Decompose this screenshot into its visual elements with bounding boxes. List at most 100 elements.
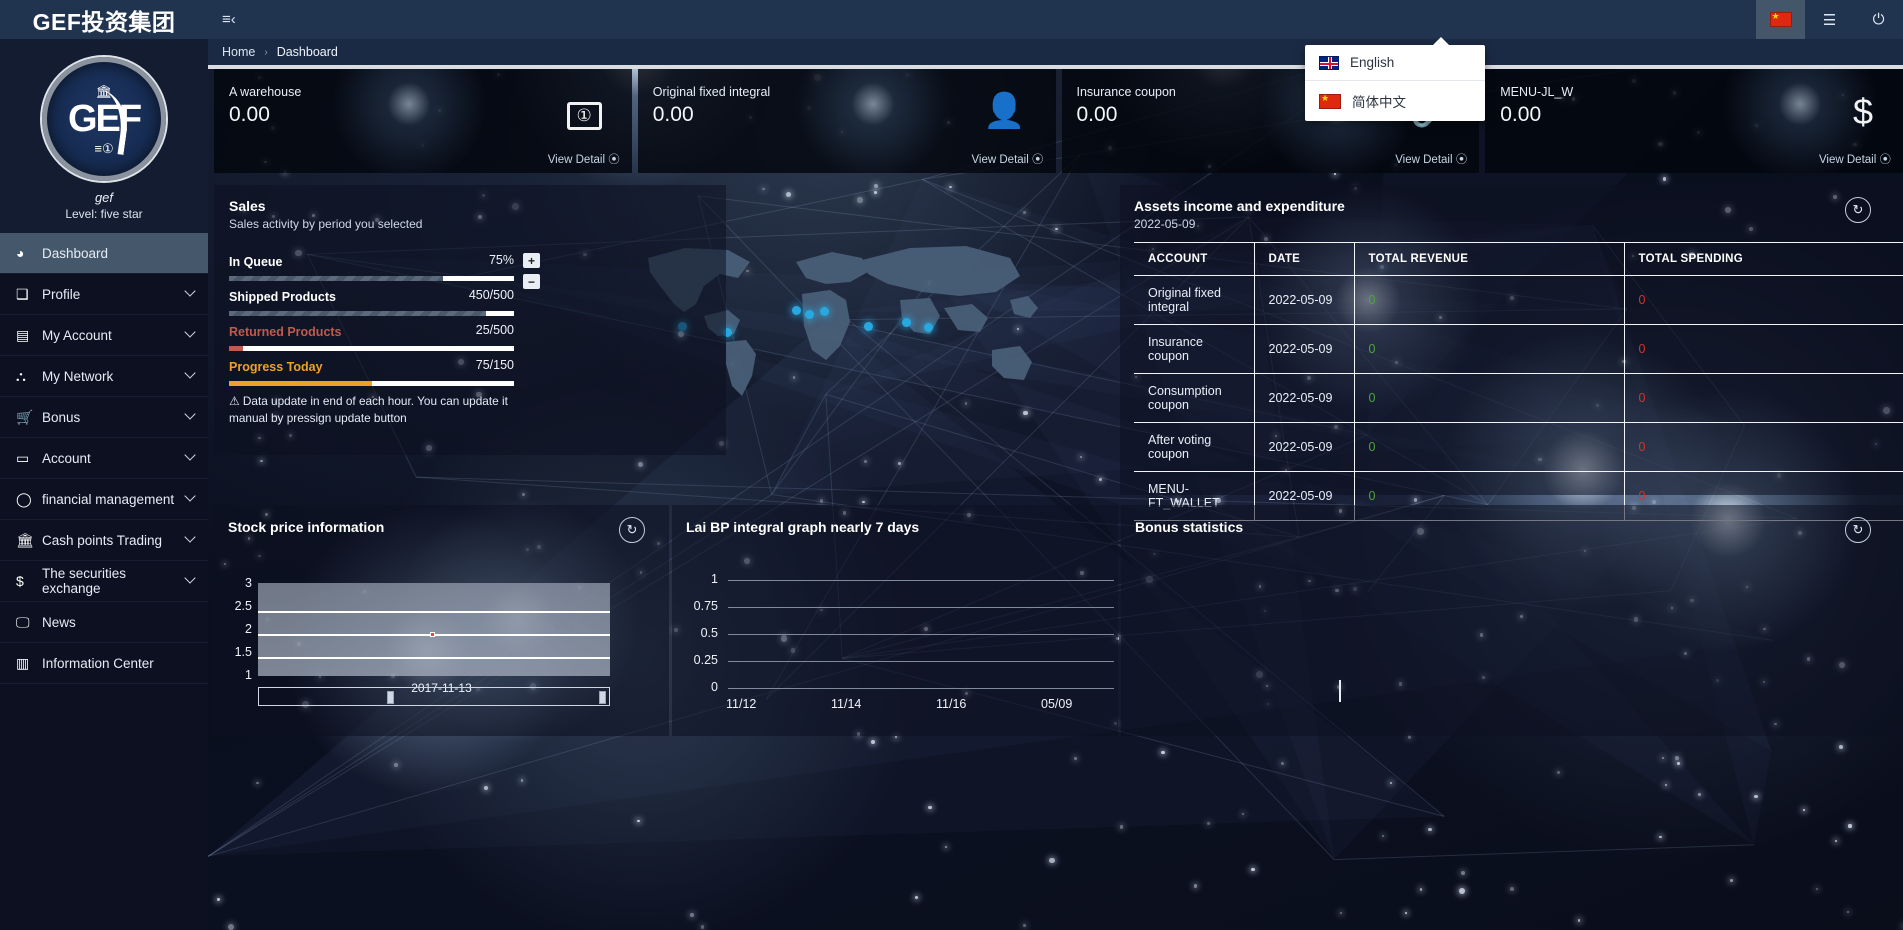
brand-title: GEF投资集团 — [33, 3, 176, 37]
breadcrumb-home[interactable]: Home — [222, 45, 255, 59]
view-detail-label: View Detail — [548, 154, 605, 166]
assets-date: 2022-05-09 — [1254, 325, 1354, 374]
laibp-y-tick: 0 — [672, 680, 718, 694]
assets-col-header: DATE — [1254, 243, 1354, 276]
map-marker[interactable] — [792, 306, 801, 315]
language-option-chinese[interactable]: 简体中文 — [1305, 80, 1485, 121]
uk-flag-icon — [1319, 56, 1339, 70]
sidebar-item-news[interactable]: 🖵News — [0, 602, 208, 643]
sidebar-item-bonus[interactable]: 🛒Bonus — [0, 397, 208, 438]
chevron-down-icon — [186, 494, 194, 505]
table-row: Consumption coupon2022-05-0900 — [1134, 374, 1903, 423]
stock-range-scrollbar[interactable] — [258, 687, 610, 706]
sidebar-item-the-securities-exchange[interactable]: $The securities exchange — [0, 561, 208, 602]
view-detail-link[interactable]: View Detail ⦿ — [548, 151, 620, 167]
sales-bar-label: In Queue — [229, 255, 282, 269]
assets-table-body: Original fixed integral2022-05-0900Insur… — [1134, 276, 1903, 521]
star — [1835, 840, 1837, 842]
menu-toggle-icon[interactable]: ≡‹ — [222, 11, 236, 28]
sales-bar-returned-products: Returned Products25/500 — [229, 323, 514, 351]
view-detail-link[interactable]: View Detail ⦿ — [971, 151, 1043, 167]
assets-table: ACCOUNTDATETOTAL REVENUETOTAL SPENDING O… — [1134, 242, 1903, 521]
sidebar-item-my-network[interactable]: ⛬My Network — [0, 356, 208, 397]
sidebar-item-dashboard[interactable]: ◕Dashboard — [0, 233, 208, 274]
sidebar-item-financial-management[interactable]: ◯financial management — [0, 479, 208, 520]
dollar-sign-icon: $ — [1853, 91, 1873, 133]
view-detail-link[interactable]: View Detail ⦿ — [1819, 151, 1891, 167]
sales-bar-track — [229, 381, 514, 386]
stat-card-1: Original fixed integral0.00👤View Detail … — [638, 69, 1056, 173]
sales-note-text: Data update in end of each hour. You can… — [229, 394, 508, 425]
stat-card-0: A warehouse0.00①View Detail ⦿ — [214, 69, 632, 173]
sidebar-item-information-center[interactable]: ▥Information Center — [0, 643, 208, 684]
stock-y-tick: 2.5 — [216, 599, 252, 613]
star — [1754, 795, 1758, 799]
stock-panel: Stock price information ↻ 32.521.51 2017… — [214, 505, 669, 736]
star — [949, 186, 951, 188]
view-detail-label: View Detail — [1395, 154, 1452, 166]
sales-bar-value: 25/500 — [476, 323, 514, 337]
star — [1281, 762, 1283, 764]
assets-refresh-icon[interactable]: ↻ — [1845, 197, 1871, 223]
warning-triangle-icon: ⚠ — [229, 394, 240, 408]
chevron-down-icon — [186, 412, 194, 423]
sidebar-menu: ◕Dashboard❑Profile▤My Account⛬My Network… — [0, 233, 208, 684]
stock-data-point — [430, 632, 435, 637]
chevron-down-icon — [186, 371, 194, 382]
star — [874, 184, 878, 188]
star — [1663, 177, 1667, 181]
assets-title: Assets income and expenditure — [1134, 198, 1345, 214]
map-marker[interactable] — [924, 323, 933, 332]
star — [217, 898, 219, 900]
sidebar-item-label: My Network — [42, 369, 186, 384]
assets-date: 2022-05-09 — [1254, 374, 1354, 423]
china-flag-icon — [1770, 12, 1792, 27]
laibp-gridline — [728, 607, 1114, 608]
assets-revenue: 0 — [1354, 423, 1624, 472]
sidebar-item-profile[interactable]: ❑Profile — [0, 274, 208, 315]
credit-card-icon: ▭ — [16, 450, 42, 467]
table-row: After voting coupon2022-05-0900 — [1134, 423, 1903, 472]
star — [1420, 888, 1423, 891]
map-marker[interactable] — [902, 318, 911, 327]
sales-bar-fill — [229, 381, 372, 386]
map-marker[interactable] — [805, 310, 814, 319]
sidebar-item-cash-points-trading[interactable]: 🏛Cash points Trading — [0, 520, 208, 561]
username: gef — [0, 190, 208, 205]
star — [1659, 836, 1662, 839]
bonus-text-cursor — [1339, 680, 1341, 702]
sales-panel: Sales Sales activity by period you selec… — [214, 185, 726, 455]
bonus-title: Bonus statistics — [1135, 519, 1243, 535]
stock-range-handle-right[interactable] — [599, 691, 606, 704]
sales-decrease-button[interactable]: − — [523, 274, 540, 289]
map-marker[interactable] — [864, 322, 873, 331]
assets-revenue: 0 — [1354, 374, 1624, 423]
view-detail-link[interactable]: View Detail ⦿ — [1395, 151, 1467, 167]
database-icon: ▤ — [16, 327, 42, 344]
stock-refresh-icon[interactable]: ↻ — [619, 517, 645, 543]
power-icon[interactable]: ⏻ — [1854, 0, 1903, 39]
star — [1161, 751, 1165, 755]
language-switcher-button[interactable] — [1756, 0, 1805, 39]
sales-bar-label: Progress Today — [229, 360, 323, 374]
stat-card-label: Original fixed integral — [653, 85, 770, 99]
sales-increase-button[interactable]: + — [523, 253, 540, 268]
language-dropdown: English简体中文 — [1305, 45, 1485, 121]
list-icon[interactable]: ☰ — [1805, 0, 1854, 39]
banknote-icon: ① — [567, 91, 602, 130]
assets-spending: 0 — [1624, 325, 1903, 374]
assets-table-header-row: ACCOUNTDATETOTAL REVENUETOTAL SPENDING — [1134, 243, 1903, 276]
stock-range-handle-left[interactable] — [387, 691, 394, 704]
sidebar-item-account[interactable]: ▭Account — [0, 438, 208, 479]
user-card-icon: ❑ — [16, 286, 42, 303]
sidebar-item-my-account[interactable]: ▤My Account — [0, 315, 208, 356]
assets-account: Original fixed integral — [1134, 276, 1254, 325]
sales-bar-track — [229, 276, 514, 281]
bank-icon: 🏛 — [16, 532, 42, 549]
bonus-refresh-icon[interactable]: ↻ — [1845, 517, 1871, 543]
sales-bar-track — [229, 346, 514, 351]
language-option-english[interactable]: English — [1305, 45, 1485, 80]
speedometer-icon: ◕ — [16, 245, 42, 261]
map-marker[interactable] — [820, 307, 829, 316]
sidebar-item-label: Information Center — [42, 656, 194, 671]
